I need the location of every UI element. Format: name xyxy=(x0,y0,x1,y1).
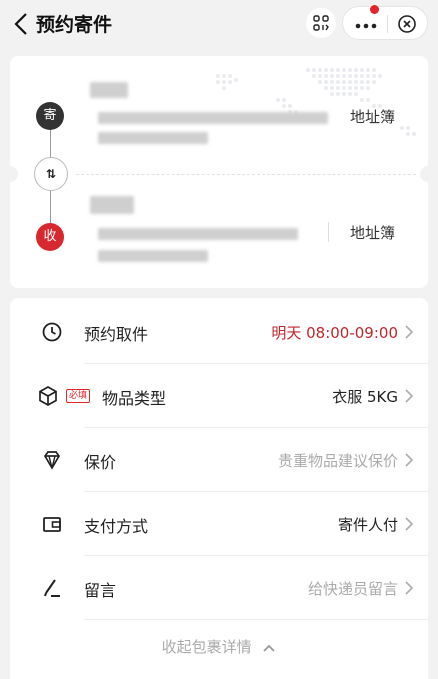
row-label: 支付方式 xyxy=(84,517,149,536)
receiver-address-book-link[interactable]: 地址簿 xyxy=(350,222,395,243)
collapse-label: 收起包裹详情 xyxy=(161,638,252,656)
insurance-hint: 贵重物品建议保价 xyxy=(277,452,398,470)
receiver-connector xyxy=(50,191,51,223)
sender-address-redacted xyxy=(98,112,328,124)
chevron-right-icon xyxy=(405,325,414,339)
pickup-time-value: 明天 08:00-09:00 xyxy=(271,324,398,342)
item-type-value: 衣服 5KG xyxy=(332,388,398,406)
chevron-up-icon xyxy=(263,644,276,652)
payment-method-value: 寄件人付 xyxy=(337,516,398,534)
receiver-address-redacted-2 xyxy=(98,250,208,262)
package-details-card: 预约取件 明天 08:00-09:00 必填 物品类型 衣服 5KG 保价 贵重… xyxy=(10,298,428,679)
sender-badge: 寄 xyxy=(36,102,64,130)
capsule-divider xyxy=(387,15,388,33)
row-label: 留言 xyxy=(84,581,117,600)
top-nav-bar: 预约寄件 xyxy=(0,0,438,48)
row-payment-method[interactable]: 支付方式 寄件人付 xyxy=(10,492,428,556)
chevron-right-icon xyxy=(405,453,414,467)
swap-address-button[interactable]: ⇅ xyxy=(34,157,68,191)
row-item-type[interactable]: 必填 物品类型 衣服 5KG xyxy=(10,364,428,428)
notification-dot xyxy=(370,5,379,14)
chevron-right-icon xyxy=(405,517,414,531)
sender-name-redacted xyxy=(90,82,128,98)
address-divider xyxy=(76,174,416,175)
row-divider xyxy=(84,619,428,620)
row-label: 保价 xyxy=(84,453,117,472)
sender-address-redacted-2 xyxy=(98,132,208,144)
more-icon[interactable] xyxy=(351,13,381,35)
pen-icon xyxy=(44,579,60,597)
diamond-icon xyxy=(43,451,61,470)
row-label: 物品类型 xyxy=(102,389,167,408)
chevron-right-icon xyxy=(405,581,414,595)
scan-button[interactable] xyxy=(306,8,336,38)
row-message[interactable]: 留言 给快递员留言 xyxy=(10,556,428,620)
mini-program-capsule xyxy=(342,5,428,40)
address-card: 寄 ⇅ 地址簿 收 地址簿 xyxy=(10,56,428,288)
chevron-right-icon xyxy=(405,389,414,403)
receiver-address-redacted xyxy=(98,228,298,240)
sender-connector xyxy=(50,130,51,158)
receiver-name-redacted xyxy=(90,196,134,214)
wallet-icon xyxy=(43,517,61,532)
message-hint: 给快递员留言 xyxy=(307,580,398,598)
collapse-details-button[interactable]: 收起包裹详情 xyxy=(10,636,428,657)
row-pickup-time[interactable]: 预约取件 明天 08:00-09:00 xyxy=(10,300,428,364)
sender-address-book-link[interactable]: 地址簿 xyxy=(350,106,395,127)
box-icon xyxy=(39,386,57,406)
card-notch-left xyxy=(10,166,18,182)
scan-icon xyxy=(313,15,329,31)
chevron-left-icon[interactable] xyxy=(10,10,34,38)
receiver-badge: 收 xyxy=(36,223,64,251)
card-notch-right xyxy=(420,166,428,182)
required-tag: 必填 xyxy=(66,389,91,403)
close-circle-icon[interactable] xyxy=(395,13,419,35)
clock-icon xyxy=(42,322,62,342)
row-insurance[interactable]: 保价 贵重物品建议保价 xyxy=(10,428,428,492)
page-title: 预约寄件 xyxy=(36,14,113,36)
row-label: 预约取件 xyxy=(84,325,149,344)
receiver-book-separator xyxy=(328,222,329,242)
